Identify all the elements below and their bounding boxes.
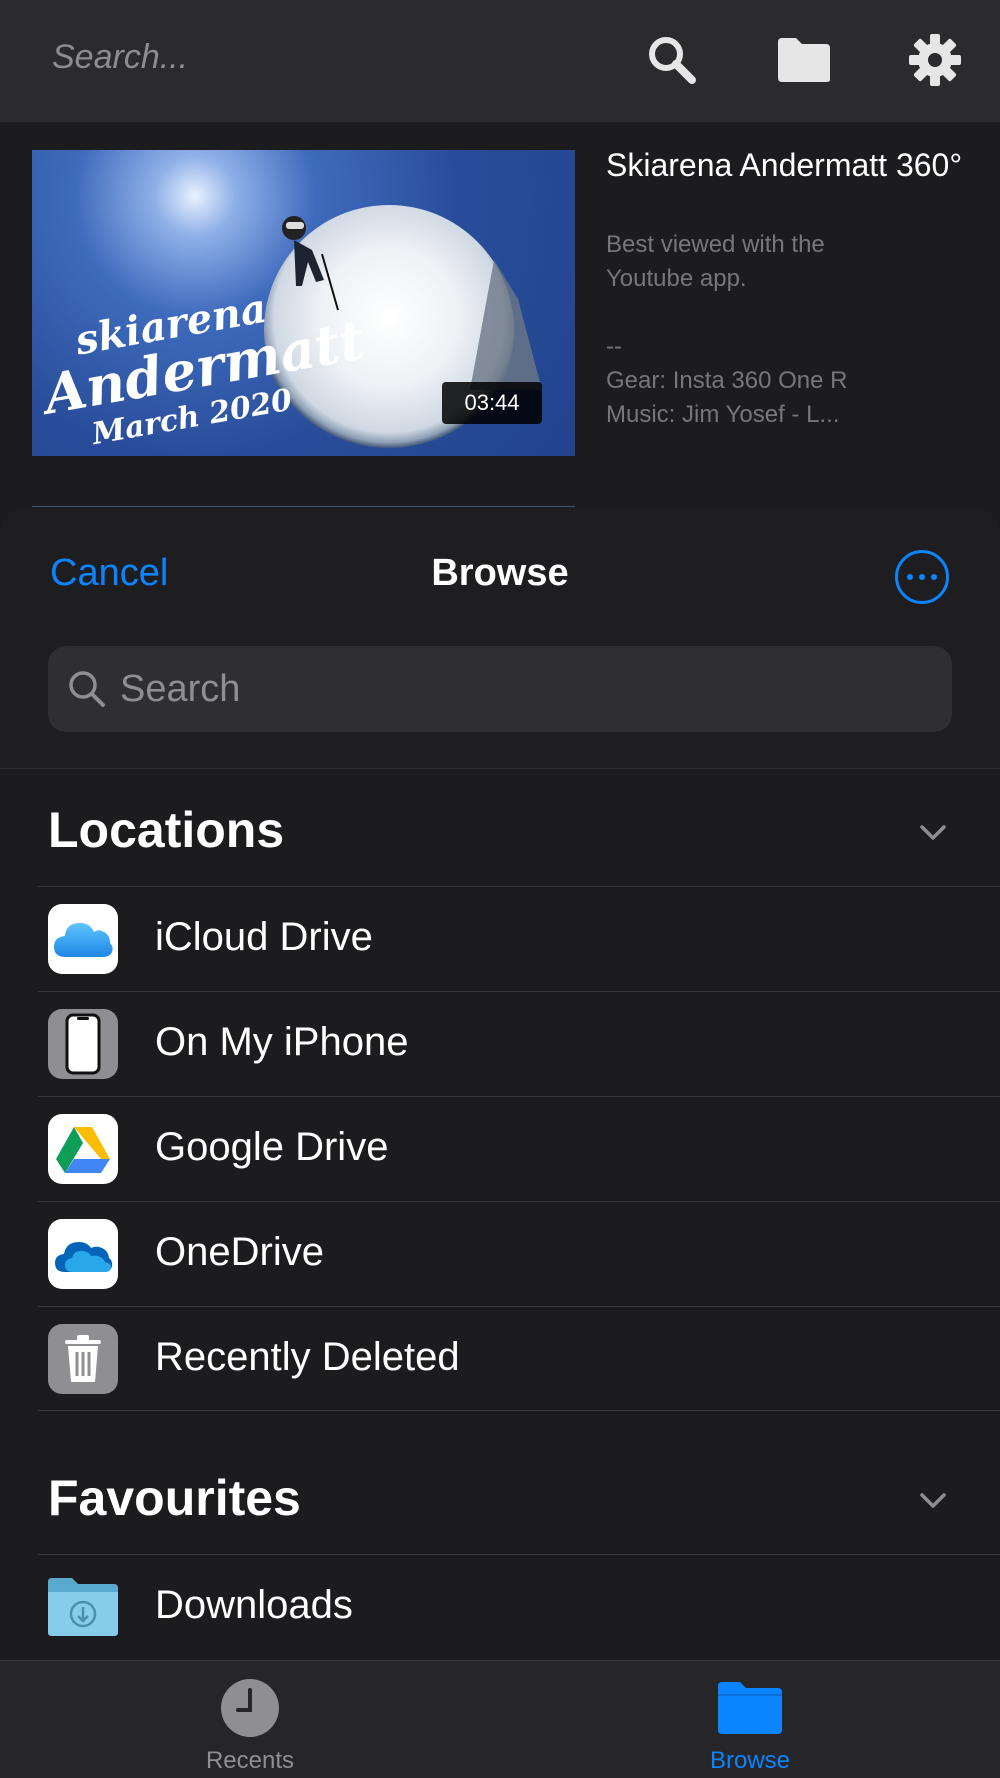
tab-recents[interactable]: Recents — [120, 1661, 380, 1778]
video-description: Best viewed with the Youtube app. -- Gea… — [606, 231, 848, 428]
divider — [32, 506, 575, 507]
tab-bar: Recents Browse — [0, 1660, 1000, 1778]
cancel-button[interactable]: Cancel — [50, 552, 168, 595]
browse-sheet: Cancel Browse Locations iCloud Drive — [0, 508, 1000, 1660]
search-icon[interactable] — [642, 30, 702, 90]
iphone-icon — [48, 1009, 118, 1079]
onedrive-icon — [48, 1219, 118, 1289]
location-label: Google Drive — [155, 1125, 389, 1169]
ellipsis-circle-icon[interactable] — [895, 550, 949, 604]
trash-icon — [48, 1324, 118, 1394]
google-drive-icon — [48, 1114, 118, 1184]
location-label: iCloud Drive — [155, 915, 373, 959]
divider — [0, 768, 1000, 769]
location-row-google-drive[interactable]: Google Drive — [38, 1096, 1000, 1201]
gear-icon[interactable] — [905, 30, 965, 90]
search-icon — [69, 671, 105, 707]
chevron-down-icon[interactable] — [918, 1485, 948, 1515]
favourites-section-title: Favourites — [48, 1470, 301, 1526]
video-title[interactable]: Skiarena Andermatt 360° — [606, 144, 986, 187]
tab-label: Recents — [205, 1747, 295, 1774]
location-label: On My iPhone — [155, 1020, 409, 1064]
app-top-bar: Search... — [0, 0, 1000, 122]
locations-section-title: Locations — [48, 802, 285, 858]
location-row-icloud-drive[interactable]: iCloud Drive — [38, 886, 1000, 991]
search-input[interactable] — [120, 646, 920, 732]
folder-icon — [715, 1677, 785, 1739]
downloads-folder-icon — [48, 1572, 118, 1642]
search-field[interactable] — [48, 646, 952, 732]
video-thumbnail[interactable]: skiarena Andermatt March 2020 03:44 — [32, 150, 575, 456]
tab-browse[interactable]: Browse — [620, 1661, 880, 1778]
favourite-label: Downloads — [155, 1583, 353, 1627]
tab-label: Browse — [709, 1747, 791, 1774]
location-row-recently-deleted[interactable]: Recently Deleted — [38, 1306, 1000, 1411]
location-label: OneDrive — [155, 1230, 324, 1274]
clock-icon — [215, 1677, 285, 1739]
icloud-drive-icon — [48, 904, 118, 974]
video-duration-badge: 03:44 — [442, 382, 542, 424]
app-search-field[interactable]: Search... — [52, 38, 188, 77]
folder-icon[interactable] — [774, 30, 834, 90]
sheet-header: Cancel Browse — [0, 508, 1000, 768]
chevron-down-icon[interactable] — [918, 817, 948, 847]
location-row-on-my-iphone[interactable]: On My iPhone — [38, 991, 1000, 1096]
favourite-row-downloads[interactable]: Downloads — [38, 1554, 1000, 1659]
video-list: skiarena Andermatt March 2020 03:44 Skia… — [0, 122, 1000, 522]
location-label: Recently Deleted — [155, 1335, 460, 1379]
location-row-onedrive[interactable]: OneDrive — [38, 1201, 1000, 1306]
